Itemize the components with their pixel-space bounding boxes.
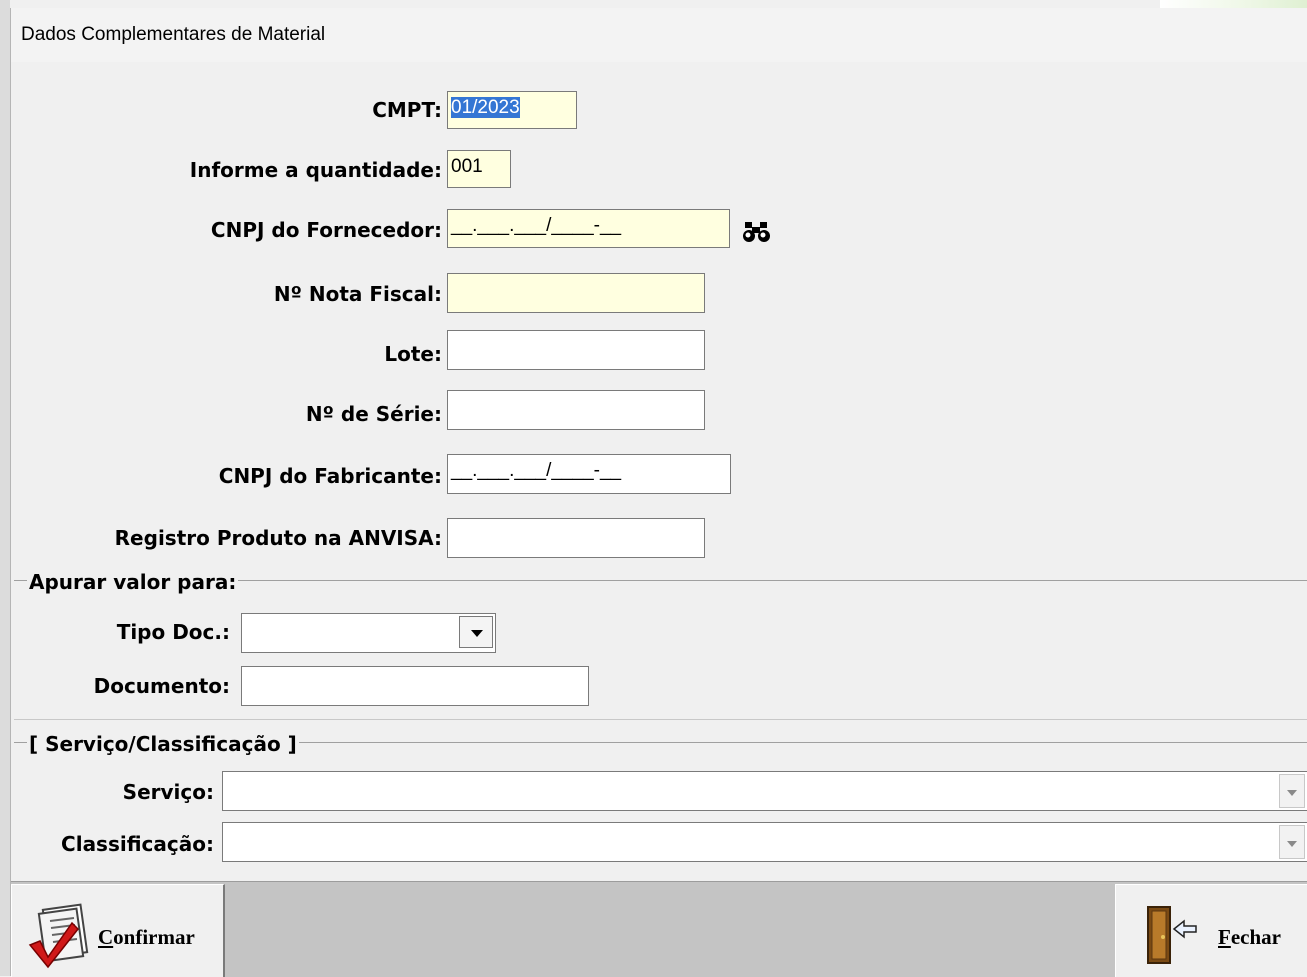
- documento-input[interactable]: [241, 666, 589, 706]
- chevron-down-icon[interactable]: [459, 616, 493, 648]
- cnpj-fornecedor-label: CNPJ do Fornecedor:: [210, 218, 442, 242]
- confirmar-button[interactable]: Confirmar: [11, 884, 225, 977]
- binoculars-icon[interactable]: [740, 221, 774, 243]
- nota-fiscal-input[interactable]: [447, 273, 705, 313]
- quantidade-input[interactable]: 001: [447, 150, 511, 188]
- serie-label: Nº de Série:: [305, 402, 442, 426]
- cmpt-label: CMPT:: [372, 98, 442, 122]
- chevron-down-icon[interactable]: [1279, 825, 1305, 859]
- fechar-label: Fechar: [1218, 925, 1281, 949]
- documento-label: Documento:: [93, 674, 230, 698]
- registro-anvisa-label: Registro Produto na ANVISA:: [114, 526, 442, 550]
- servico-dropdown[interactable]: [222, 771, 1307, 811]
- confirmar-label: Confirmar: [98, 925, 195, 949]
- servico-label: Serviço:: [122, 780, 214, 804]
- quantidade-label: Informe a quantidade:: [189, 158, 442, 182]
- registro-anvisa-input[interactable]: [447, 518, 705, 558]
- dialog-window: Dados Complementares de Material CMPT: 0…: [10, 8, 1307, 977]
- apurar-valor-group: [14, 580, 1307, 720]
- tipo-doc-dropdown[interactable]: [241, 613, 496, 653]
- cnpj-fornecedor-input[interactable]: __.___.___/____-__: [447, 209, 730, 248]
- cnpj-fabricante-input[interactable]: __.___.___/____-__: [447, 454, 731, 494]
- cmpt-value: 01/2023: [451, 97, 520, 118]
- classificacao-label: Classificação:: [61, 832, 214, 856]
- chevron-down-icon[interactable]: [1279, 774, 1305, 808]
- serie-input[interactable]: [447, 390, 705, 430]
- cmpt-input[interactable]: 01/2023: [447, 91, 577, 129]
- bottom-toolbar: Confirmar Fechar: [11, 881, 1307, 977]
- lote-label: Lote:: [384, 342, 442, 366]
- window-title: Dados Complementares de Material: [21, 24, 326, 45]
- desktop-background: [0, 0, 10, 976]
- apurar-valor-legend: Apurar valor para:: [27, 570, 239, 594]
- document-check-icon: [28, 901, 92, 971]
- cnpj-fabricante-label: CNPJ do Fabricante:: [218, 464, 442, 488]
- nota-fiscal-label: Nº Nota Fiscal:: [273, 282, 442, 306]
- lote-input[interactable]: [447, 330, 705, 370]
- title-bar: Dados Complementares de Material: [11, 8, 1307, 62]
- classificacao-dropdown[interactable]: [222, 822, 1307, 862]
- tipo-doc-label: Tipo Doc.:: [116, 620, 230, 644]
- fechar-button[interactable]: Fechar: [1115, 884, 1307, 977]
- door-exit-icon: [1144, 903, 1200, 965]
- servico-classificacao-legend: [ Serviço/Classificação ]: [27, 732, 299, 756]
